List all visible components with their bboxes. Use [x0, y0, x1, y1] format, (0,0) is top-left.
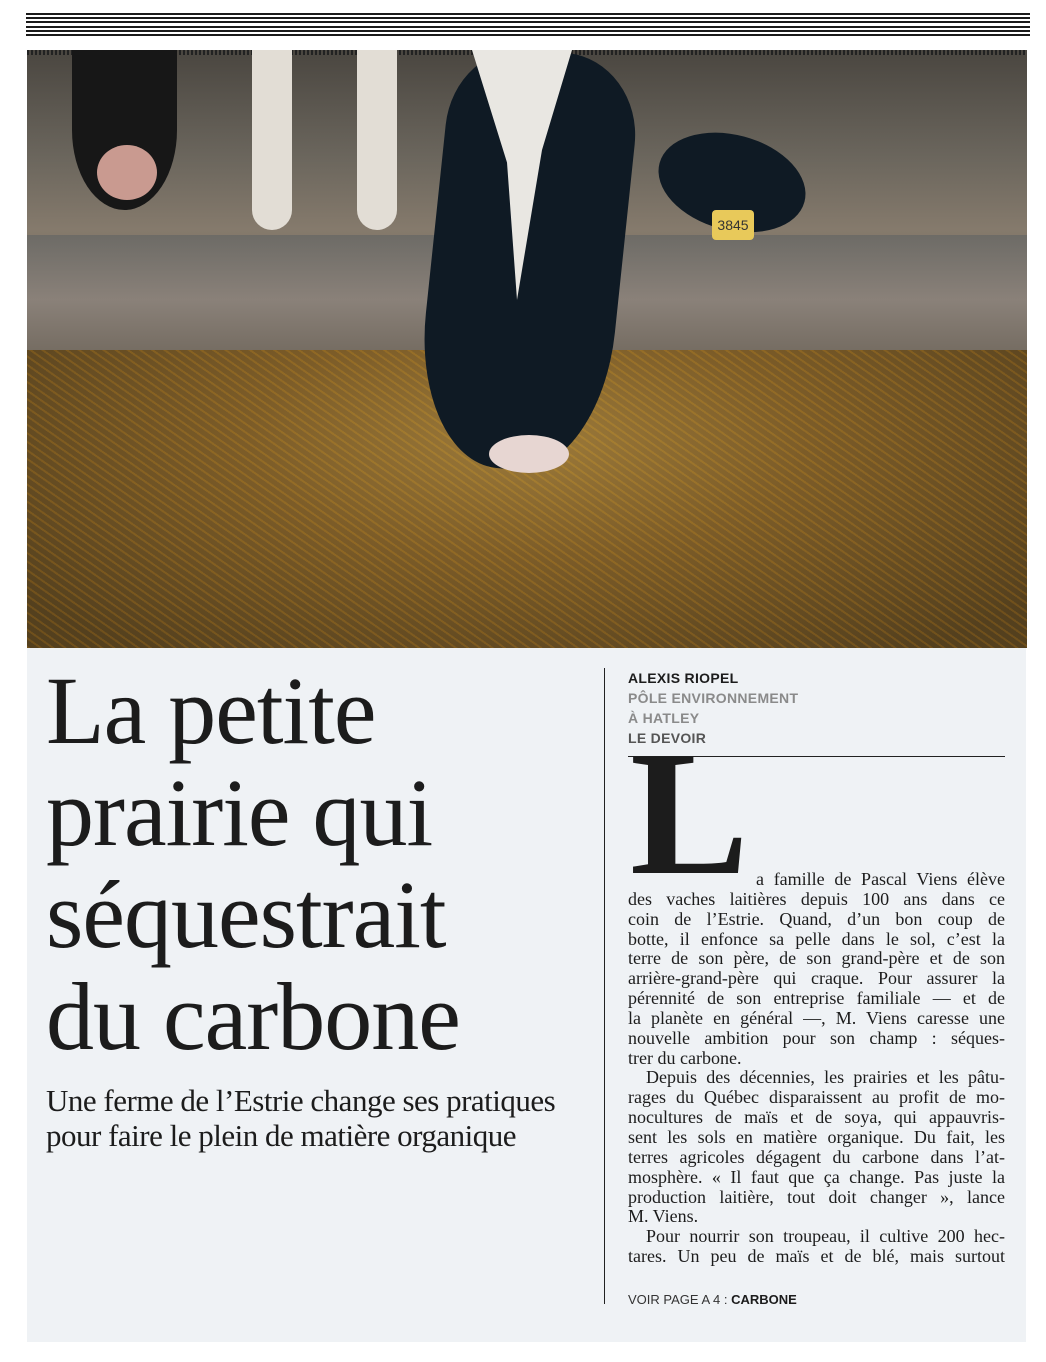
- body-line: terre de son père, de son grand-père et …: [628, 948, 1005, 969]
- body-line: des vaches laitières depuis 100 ans dans…: [628, 888, 1005, 909]
- body-line: pérennité de son entreprise familiale — …: [628, 988, 1005, 1009]
- cow-nose: [489, 435, 569, 473]
- article-body: a famille de Pascal Viens élève des vach…: [628, 869, 1005, 1267]
- author: ALEXIS RIOPEL: [628, 670, 739, 686]
- column-divider: [604, 668, 605, 1304]
- body-line: tares. Un peu de maïs et de blé, mais su…: [628, 1246, 1005, 1267]
- desk: PÔLE ENVIRONNEMENT: [628, 690, 799, 706]
- cow-leg: [252, 50, 292, 230]
- body-line: trer du carbone.: [628, 1047, 742, 1068]
- continuation-link[interactable]: VOIR PAGE A 4 : CARBONE: [628, 1292, 797, 1307]
- body-line: sent les sols en matière organique. Du f…: [628, 1126, 1005, 1147]
- body-line: production laitière, tout doit changer »…: [628, 1186, 1005, 1207]
- headline-line: du carbone: [46, 963, 461, 1070]
- body-line: arrière-grand-père qui craque. Pour assu…: [628, 968, 1005, 989]
- subheadline-line: pour faire le plein de matière organique: [46, 1118, 517, 1153]
- headline: La petite prairie qui séquestrait du car…: [46, 660, 586, 1068]
- ear-tag: 3845: [712, 210, 754, 240]
- continuation-keyword: CARBONE: [731, 1292, 797, 1307]
- headline-line: séquestrait: [46, 861, 447, 968]
- body-line: rages du Québec disparaissent au profit …: [628, 1087, 1005, 1108]
- body-line: Pour nourrir son troupeau, il cultive 20…: [646, 1226, 1005, 1247]
- body-line: terres agricoles dégagent du carbone dan…: [628, 1146, 1005, 1167]
- background-cow-nose: [97, 145, 157, 200]
- body-line: nouvelle ambition pour son champ : séque…: [628, 1027, 1005, 1048]
- body-line: mosphère. « Il faut que ça change. Pas j…: [628, 1166, 1005, 1187]
- body-line: botte, il enfonce sa pelle dans le sol, …: [628, 928, 1005, 949]
- body-line: coin de l’Estrie. Quand, d’un bon coup d…: [628, 908, 1005, 929]
- subheadline: Une ferme de l’Estrie change ses pratiqu…: [46, 1083, 606, 1153]
- body-line: a famille de Pascal Viens élève: [756, 869, 1005, 889]
- cow-feeding-photo: 3845: [27, 50, 1027, 648]
- body-line: Depuis des décennies, les prairies et le…: [646, 1067, 1005, 1088]
- headline-line: La petite: [46, 657, 376, 764]
- cow-leg: [357, 50, 397, 230]
- masthead-rules: [26, 13, 1030, 38]
- body-line: la planète en général —, M. Viens caress…: [628, 1007, 1005, 1028]
- headline-line: prairie qui: [46, 759, 433, 866]
- drop-cap: L: [630, 714, 749, 912]
- body-line: nocultures de maïs et de soya, qui appau…: [628, 1107, 1005, 1128]
- subheadline-line: Une ferme de l’Estrie change ses pratiqu…: [46, 1083, 556, 1118]
- continuation-prefix: VOIR PAGE A 4 :: [628, 1292, 728, 1307]
- body-line: M. Viens.: [628, 1206, 699, 1227]
